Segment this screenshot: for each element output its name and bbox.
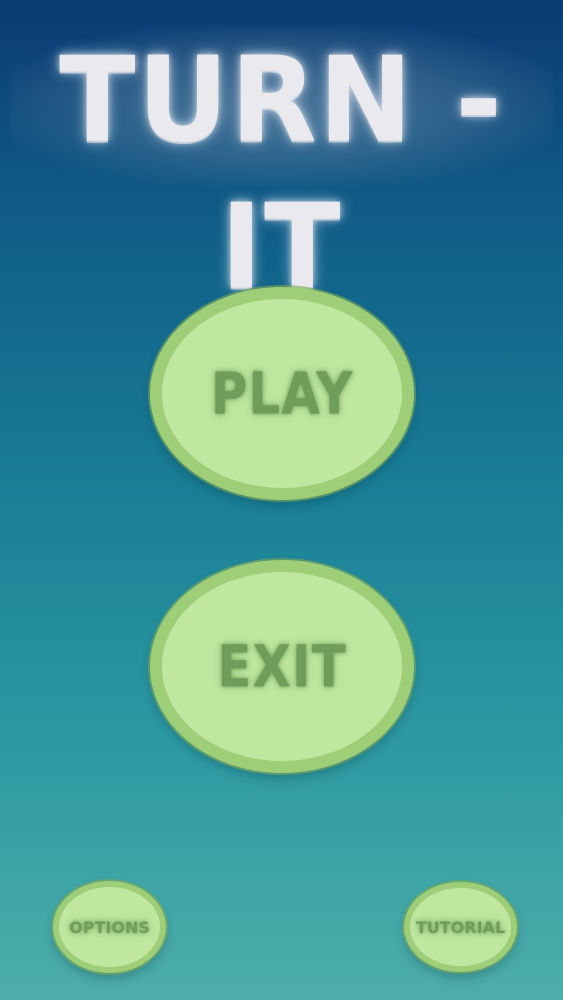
tutorial-button-label: TUTORIAL xyxy=(415,917,506,937)
options-button-label: OPTIONS xyxy=(69,917,150,937)
main-menu-screen: TURN - IT PLAY EXIT OPTIONS TUTORIAL xyxy=(0,0,563,1000)
game-title: TURN - IT xyxy=(59,32,504,316)
tutorial-button[interactable]: TUTORIAL xyxy=(404,882,517,972)
play-button[interactable]: PLAY xyxy=(150,287,414,500)
exit-button-label: EXIT xyxy=(217,633,347,700)
options-button[interactable]: OPTIONS xyxy=(53,881,166,973)
play-button-label: PLAY xyxy=(210,360,354,427)
exit-button[interactable]: EXIT xyxy=(150,560,414,773)
